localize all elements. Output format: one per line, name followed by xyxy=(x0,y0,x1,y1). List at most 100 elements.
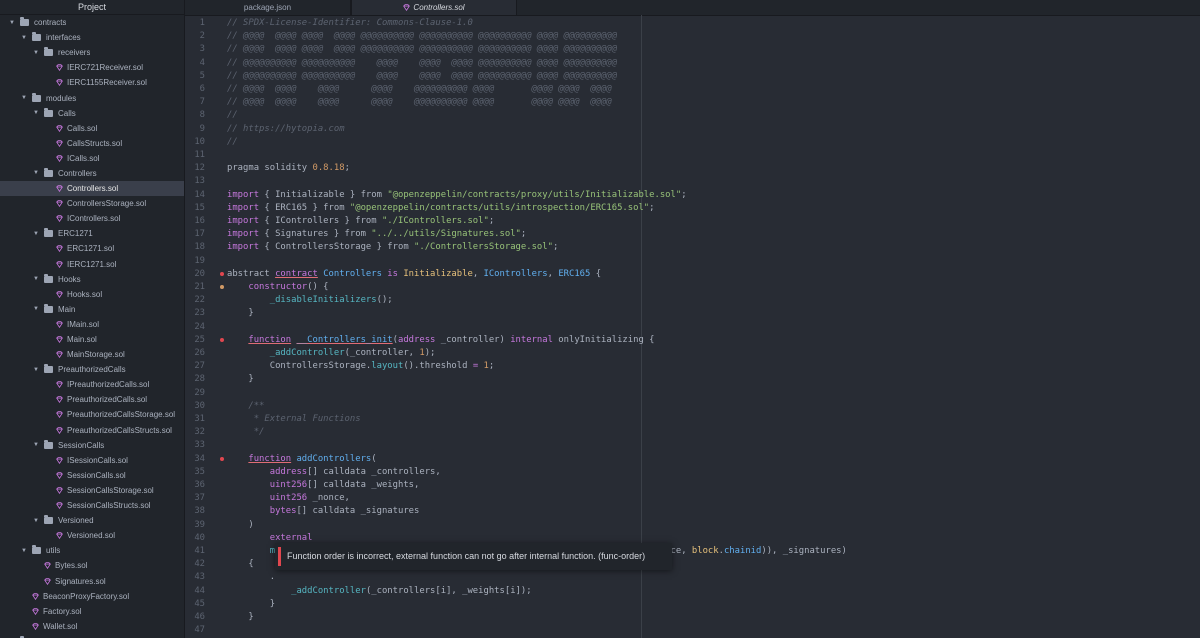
tree-file[interactable]: PreauthorizedCallsStructs.sol xyxy=(0,423,184,438)
tree-file[interactable]: Factory.sol xyxy=(0,604,184,619)
code-line[interactable]: 23 } xyxy=(185,307,1200,320)
tree-file[interactable]: ISessionCalls.sol xyxy=(0,453,184,468)
chevron-down-icon[interactable]: ▼ xyxy=(32,170,40,176)
code-line[interactable]: 29 xyxy=(185,387,1200,400)
tree-file[interactable]: MainStorage.sol xyxy=(0,347,184,362)
code-line[interactable]: 22 _disableInitializers(); xyxy=(185,294,1200,307)
code-line[interactable]: 25 function __Controllers_init(address _… xyxy=(185,334,1200,347)
tree-folder[interactable]: ▼ Versioned xyxy=(0,513,184,528)
tree-file[interactable]: BeaconProxyFactory.sol xyxy=(0,589,184,604)
tree-file[interactable]: IPreauthorizedCalls.sol xyxy=(0,377,184,392)
code-line[interactable]: 37 uint256 _nonce, xyxy=(185,492,1200,505)
tree-file[interactable]: SessionCalls.sol xyxy=(0,468,184,483)
tree-file[interactable]: IERC1271.sol xyxy=(0,257,184,272)
tree-folder[interactable]: ▼ ERC1271 xyxy=(0,226,184,241)
tree-file[interactable]: Controllers.sol xyxy=(0,181,184,197)
code-line[interactable]: 9 // https://hytopia.com xyxy=(185,123,1200,136)
code-line[interactable]: 27 ControllersStorage.layout().threshold… xyxy=(185,360,1200,373)
chevron-down-icon[interactable]: ▼ xyxy=(32,110,40,116)
code-line[interactable]: 14 import { Initializable } from "@openze… xyxy=(185,189,1200,202)
code-line[interactable]: 3 // @@@@ @@@@ @@@@ @@@@ @@@@@@@@@@ @@@@@… xyxy=(185,43,1200,56)
tree-file[interactable]: ICalls.sol xyxy=(0,151,184,166)
tree-folder[interactable]: ▼ utils xyxy=(0,543,184,558)
tab-controllers-sol[interactable]: Controllers.sol xyxy=(351,0,517,15)
tree-file[interactable]: Wallet.sol xyxy=(0,619,184,634)
code-line[interactable]: 28 } xyxy=(185,373,1200,386)
code-line[interactable]: 38 bytes[] calldata _signatures xyxy=(185,505,1200,518)
chevron-down-icon[interactable]: ▼ xyxy=(20,35,28,41)
code-line[interactable]: 34 function addControllers( xyxy=(185,453,1200,466)
code-line[interactable]: 17 import { Signatures } from "../../util… xyxy=(185,228,1200,241)
chevron-down-icon[interactable]: ▼ xyxy=(32,518,40,524)
code-line[interactable]: 20 abstract contract Controllers is Initi… xyxy=(185,268,1200,281)
code-line[interactable]: 36 uint256[] calldata _weights, xyxy=(185,479,1200,492)
tree-file[interactable]: Calls.sol xyxy=(0,121,184,136)
code-line[interactable]: 35 address[] calldata _controllers, xyxy=(185,466,1200,479)
tree-folder[interactable]: ▼ Hooks xyxy=(0,272,184,287)
code-line[interactable]: 30 /** xyxy=(185,400,1200,413)
tree-folder[interactable]: ▶lib xyxy=(0,634,184,638)
chevron-down-icon[interactable]: ▼ xyxy=(32,50,40,56)
tree-folder[interactable]: ▼ SessionCalls xyxy=(0,438,184,453)
code-line[interactable]: 2 // @@@@ @@@@ @@@@ @@@@ @@@@@@@@@@ @@@@@… xyxy=(185,30,1200,43)
lint-warning-marker[interactable] xyxy=(220,285,224,289)
code-line[interactable]: 4 // @@@@@@@@@@ @@@@@@@@@@ @@@@ @@@@ @@@@… xyxy=(185,57,1200,70)
code-line[interactable]: 43 . xyxy=(185,571,1200,584)
code-line[interactable]: 18 import { ControllersStorage } from "./… xyxy=(185,241,1200,254)
code-line[interactable]: 39 ) xyxy=(185,519,1200,532)
tree-file[interactable]: ControllersStorage.sol xyxy=(0,196,184,211)
chevron-down-icon[interactable]: ▼ xyxy=(32,231,40,237)
code-line[interactable]: 13 xyxy=(185,175,1200,188)
chevron-down-icon[interactable]: ▼ xyxy=(32,276,40,282)
code-line[interactable]: 24 xyxy=(185,321,1200,334)
lint-error-marker[interactable] xyxy=(220,456,224,461)
code-line[interactable]: 15 import { ERC165 } from "@openzeppelin/… xyxy=(185,202,1200,215)
tree-folder[interactable]: ▼ Calls xyxy=(0,106,184,121)
chevron-down-icon[interactable]: ▼ xyxy=(32,306,40,312)
code-line[interactable]: 47 xyxy=(185,624,1200,637)
code-line[interactable]: 26 _addController(_controller, 1); xyxy=(185,347,1200,360)
chevron-down-icon[interactable]: ▼ xyxy=(32,442,40,448)
tree-file[interactable]: Hooks.sol xyxy=(0,287,184,302)
tree-folder[interactable]: ▼ Controllers xyxy=(0,166,184,181)
tree-folder[interactable]: ▼ interfaces xyxy=(0,30,184,45)
tree-file[interactable]: PreauthorizedCalls.sol xyxy=(0,392,184,407)
code-line[interactable]: 46 } xyxy=(185,611,1200,624)
code-line[interactable]: 33 xyxy=(185,439,1200,452)
code-line[interactable]: 45 } xyxy=(185,598,1200,611)
code-line[interactable]: 5 // @@@@@@@@@@ @@@@@@@@@@ @@@@ @@@@ @@@@… xyxy=(185,70,1200,83)
code-line[interactable]: 32 */ xyxy=(185,426,1200,439)
lint-error-marker[interactable] xyxy=(220,271,224,276)
code-line[interactable]: 6 // @@@@ @@@@ @@@@ @@@@ @@@@@@@@@@ @@@@ … xyxy=(185,83,1200,96)
tree-file[interactable]: PreauthorizedCallsStorage.sol xyxy=(0,407,184,422)
tree-file[interactable]: Bytes.sol xyxy=(0,558,184,573)
tree-file[interactable]: IERC1155Receiver.sol xyxy=(0,75,184,90)
tree-folder[interactable]: ▼ modules xyxy=(0,90,184,105)
tree-folder[interactable]: ▼ receivers xyxy=(0,45,184,60)
chevron-down-icon[interactable]: ▼ xyxy=(8,20,16,26)
tree-folder[interactable]: ▼ Main xyxy=(0,302,184,317)
tree-file[interactable]: Signatures.sol xyxy=(0,573,184,588)
lint-error-marker[interactable] xyxy=(220,337,224,342)
chevron-down-icon[interactable]: ▼ xyxy=(32,367,40,373)
code-line[interactable]: 7 // @@@@ @@@@ @@@@ @@@@ @@@@@@@@@@ @@@@ … xyxy=(185,96,1200,109)
tree-file[interactable]: Main.sol xyxy=(0,332,184,347)
code-line[interactable]: 12 pragma solidity 0.8.18; xyxy=(185,162,1200,175)
code-line[interactable]: 44 _addController(_controllers[i], _weig… xyxy=(185,585,1200,598)
tree-file[interactable]: ERC1271.sol xyxy=(0,241,184,256)
chevron-down-icon[interactable]: ▼ xyxy=(20,548,28,554)
code-line[interactable]: 16 import { IControllers } from "./IContr… xyxy=(185,215,1200,228)
code-line[interactable]: 1 // SPDX-License-Identifier: Commons-Cla… xyxy=(185,17,1200,30)
tree-file[interactable]: IERC721Receiver.sol xyxy=(0,60,184,75)
code-line[interactable]: 10 // xyxy=(185,136,1200,149)
code-line[interactable]: 19 xyxy=(185,255,1200,268)
tab-package-json[interactable]: package.json xyxy=(185,0,351,15)
tree-file[interactable]: SessionCallsStructs.sol xyxy=(0,498,184,513)
tree-file[interactable]: IMain.sol xyxy=(0,317,184,332)
code-line[interactable]: 31 * External Functions xyxy=(185,413,1200,426)
code-line[interactable]: 8 // xyxy=(185,109,1200,122)
tree-file[interactable]: Versioned.sol xyxy=(0,528,184,543)
tree-folder[interactable]: ▼ contracts xyxy=(0,15,184,30)
tree-file[interactable]: IControllers.sol xyxy=(0,211,184,226)
tree-file[interactable]: CallsStructs.sol xyxy=(0,136,184,151)
